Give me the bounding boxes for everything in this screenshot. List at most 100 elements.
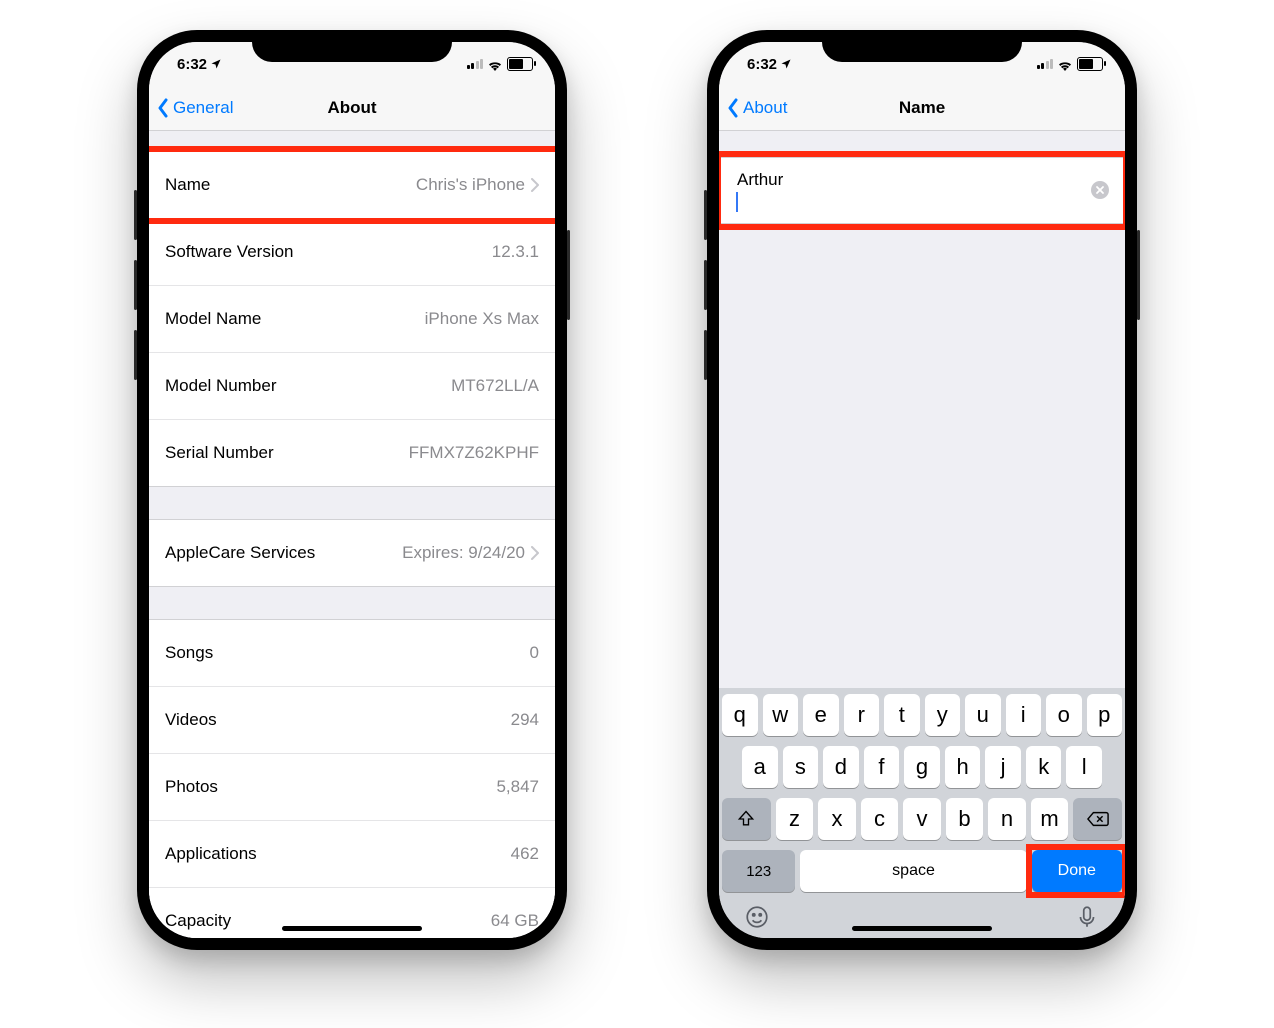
name-input-row[interactable] xyxy=(721,157,1123,224)
row-videos: Videos 294 xyxy=(149,686,555,753)
signal-icon xyxy=(1037,59,1054,69)
key-u[interactable]: u xyxy=(965,694,1001,736)
row-value: 12.3.1 xyxy=(492,242,539,262)
key-x[interactable]: x xyxy=(818,798,856,840)
done-key[interactable]: Done xyxy=(1032,850,1122,892)
key-l[interactable]: l xyxy=(1066,746,1102,788)
row-label: Name xyxy=(165,175,210,195)
row-serial-number: Serial Number FFMX7Z62KPHF xyxy=(149,419,555,486)
key-r[interactable]: r xyxy=(844,694,880,736)
section-gap xyxy=(149,487,555,519)
row-label: Model Number xyxy=(165,376,277,396)
key-w[interactable]: w xyxy=(763,694,799,736)
key-h[interactable]: h xyxy=(945,746,981,788)
key-z[interactable]: z xyxy=(776,798,814,840)
row-label: Software Version xyxy=(165,242,294,262)
battery-icon xyxy=(1077,57,1103,71)
table-section: Songs 0 Videos 294 Photos 5,847 Applications 46… xyxy=(149,619,555,938)
table-section: AppleCare ServicesExpires: 9/24/20 xyxy=(149,519,555,587)
chevron-right-icon xyxy=(531,178,539,192)
row-label: Photos xyxy=(165,777,218,797)
row-value: 462 xyxy=(511,844,539,864)
home-indicator[interactable] xyxy=(282,926,422,931)
key-i[interactable]: i xyxy=(1006,694,1042,736)
shift-icon xyxy=(736,809,756,829)
battery-icon xyxy=(507,57,533,71)
key-g[interactable]: g xyxy=(904,746,940,788)
numbers-key[interactable]: 123 xyxy=(722,850,795,892)
row-applecare-services[interactable]: AppleCare ServicesExpires: 9/24/20 xyxy=(149,520,555,586)
notch xyxy=(252,30,452,62)
phone-right: 6:32 About Name xyxy=(707,30,1137,950)
key-c[interactable]: c xyxy=(861,798,899,840)
key-y[interactable]: y xyxy=(925,694,961,736)
row-value: 5,847 xyxy=(496,777,539,797)
row-label: Serial Number xyxy=(165,443,274,463)
key-e[interactable]: e xyxy=(803,694,839,736)
key-q[interactable]: q xyxy=(722,694,758,736)
row-value: 294 xyxy=(511,710,539,730)
row-value: FFMX7Z62KPHF xyxy=(409,443,539,463)
backspace-key[interactable] xyxy=(1073,798,1122,840)
keyboard: qwertyuiop asdfghjkl zxcvbnm 123 space D… xyxy=(719,688,1125,938)
key-f[interactable]: f xyxy=(864,746,900,788)
nav-back-label: General xyxy=(173,98,233,118)
chevron-left-icon xyxy=(157,98,169,118)
row-value: MT672LL/A xyxy=(451,376,539,396)
chevron-left-icon xyxy=(727,98,739,118)
row-model-number: Model Number MT672LL/A xyxy=(149,352,555,419)
key-m[interactable]: m xyxy=(1031,798,1069,840)
nav-back-button[interactable]: General xyxy=(149,98,233,118)
emoji-icon[interactable] xyxy=(744,904,770,930)
home-indicator[interactable] xyxy=(852,926,992,931)
row-model-name: Model NameiPhone Xs Max xyxy=(149,285,555,352)
key-v[interactable]: v xyxy=(903,798,941,840)
shift-key[interactable] xyxy=(722,798,771,840)
key-a[interactable]: a xyxy=(742,746,778,788)
empty-area xyxy=(719,224,1125,688)
key-n[interactable]: n xyxy=(988,798,1026,840)
mic-icon[interactable] xyxy=(1074,904,1100,930)
nav-bar: General About xyxy=(149,86,555,131)
key-p[interactable]: p xyxy=(1087,694,1123,736)
key-j[interactable]: j xyxy=(985,746,1021,788)
location-icon xyxy=(210,58,222,70)
row-label: Videos xyxy=(165,710,217,730)
notch xyxy=(822,30,1022,62)
section-gap xyxy=(149,587,555,619)
row-label: Applications xyxy=(165,844,257,864)
chevron-right-icon xyxy=(531,546,539,560)
wifi-icon xyxy=(487,58,503,70)
name-input[interactable] xyxy=(735,169,967,191)
row-value: Expires: 9/24/20 xyxy=(402,543,539,563)
clear-button[interactable] xyxy=(1091,181,1109,199)
wifi-icon xyxy=(1057,58,1073,70)
key-b[interactable]: b xyxy=(946,798,984,840)
nav-back-button[interactable]: About xyxy=(719,98,787,118)
key-o[interactable]: o xyxy=(1046,694,1082,736)
row-value: 64 GB xyxy=(491,911,539,931)
location-icon xyxy=(780,58,792,70)
nav-back-label: About xyxy=(743,98,787,118)
row-label: Songs xyxy=(165,643,213,663)
key-t[interactable]: t xyxy=(884,694,920,736)
nav-bar: About Name xyxy=(719,86,1125,131)
status-time: 6:32 xyxy=(747,56,777,73)
row-software-version: Software Version 12.3.1 xyxy=(149,218,555,285)
row-label: Model Name xyxy=(165,309,261,329)
section-gap xyxy=(149,131,555,151)
phone-left: 6:32 General About Name Chris's iPhone Sof… xyxy=(137,30,567,950)
key-k[interactable]: k xyxy=(1026,746,1062,788)
row-value: Chris's iPhone xyxy=(416,175,539,195)
space-key[interactable]: space xyxy=(800,850,1026,892)
key-d[interactable]: d xyxy=(823,746,859,788)
about-content[interactable]: Name Chris's iPhone Software Version 12.3.1… xyxy=(149,131,555,938)
screen-left: 6:32 General About Name Chris's iPhone Sof… xyxy=(149,42,555,938)
row-songs: Songs 0 xyxy=(149,620,555,686)
key-s[interactable]: s xyxy=(783,746,819,788)
row-name[interactable]: Name Chris's iPhone xyxy=(149,152,555,218)
signal-icon xyxy=(467,59,484,69)
backspace-icon xyxy=(1087,810,1109,828)
row-value: 0 xyxy=(530,643,539,663)
status-time: 6:32 xyxy=(177,56,207,73)
